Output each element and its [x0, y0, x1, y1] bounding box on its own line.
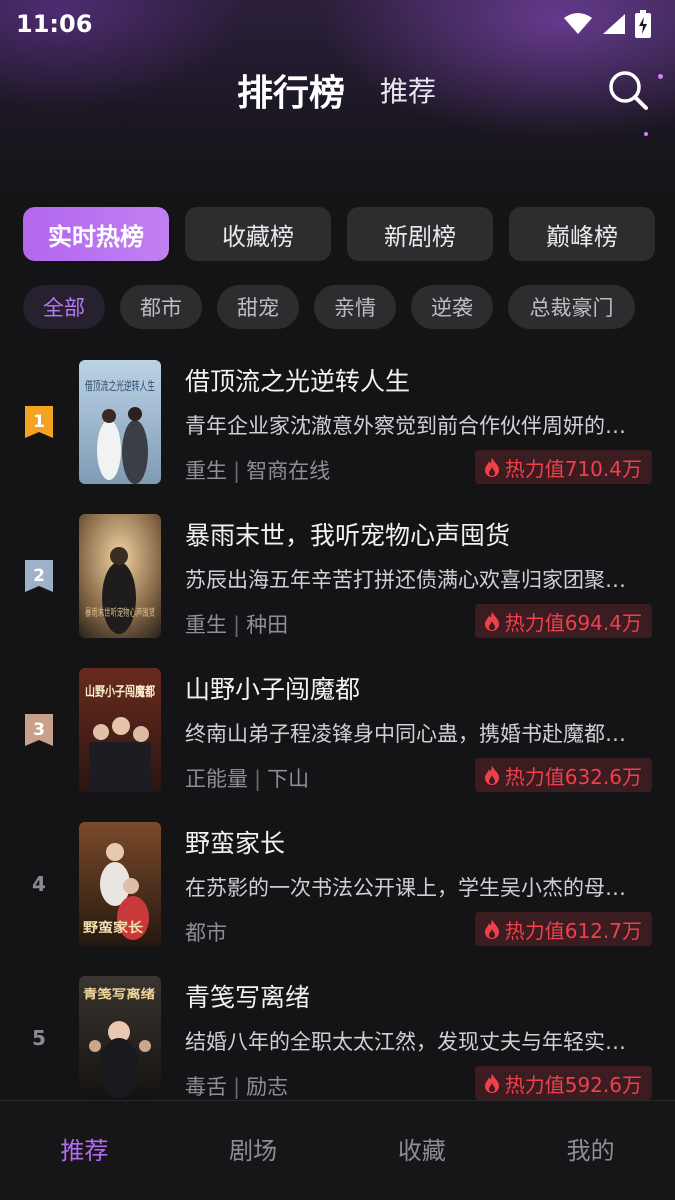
- cover-title: 青笺写离绪: [83, 986, 155, 1001]
- status-bar: 11:06: [0, 0, 675, 48]
- rank-number: 1: [33, 412, 45, 432]
- tag: 正能量: [185, 767, 248, 791]
- ranking-tab-favorites[interactable]: 收藏榜: [185, 207, 331, 261]
- heat-badge: 热力值632.6万: [474, 758, 652, 792]
- ranking-tab-realtime[interactable]: 实时热榜: [23, 207, 169, 261]
- cover-title: 暴雨末世听宠物心声囤货: [85, 606, 155, 619]
- rank-badge-bronze: 3: [25, 714, 53, 746]
- filter-chip-ceo[interactable]: 总裁豪门: [508, 285, 635, 329]
- battery-charging-icon: [635, 10, 651, 38]
- heat-value: 热力值632.6万: [504, 764, 642, 789]
- cover-title: 借顶流之光逆转人生: [85, 378, 155, 393]
- drama-cover[interactable]: 青笺写离绪: [79, 976, 161, 1100]
- heat-value: 热力值710.4万: [504, 456, 642, 481]
- drama-title: 野蛮家长: [185, 829, 286, 858]
- heat-badge: 热力值592.6万: [474, 1066, 652, 1100]
- list-item[interactable]: 5 青笺写离绪 青笺写离绪 结婚八年的全职太太江然，发现丈夫与年轻实… 毒舌 | 励…: [0, 976, 675, 1100]
- drama-title: 暴雨末世，我听宠物心声囤货: [185, 521, 511, 550]
- drama-cover[interactable]: 暴雨末世听宠物心声囤货: [79, 514, 161, 638]
- heat-badge: 热力值710.4万: [474, 450, 652, 484]
- rank-number: 5: [32, 1026, 46, 1050]
- genre-filters: 全部 都市 甜宠 亲情 逆袭 总裁豪门: [23, 285, 635, 329]
- list-item[interactable]: 4 野蛮家长 野蛮家长 在苏影的一次书法公开课上，学生吴小杰的母… 都市 热力值…: [0, 822, 675, 946]
- drama-title: 山野小子闯魔都: [185, 675, 361, 704]
- drama-tags: 都市: [185, 917, 227, 947]
- drama-tags: 重生 | 种田: [185, 613, 289, 637]
- cellular-signal-icon: [603, 14, 625, 34]
- filter-chip-sweet[interactable]: 甜宠: [217, 285, 299, 329]
- tag: 重生: [185, 613, 227, 637]
- tab-recommend[interactable]: 推荐: [380, 70, 436, 110]
- ranking-list: 1 借顶流之光逆转人生 借顶流之光逆转人生 青年企业家沈澈意外察觉到前合作伙伴周…: [0, 360, 675, 1100]
- heat-badge: 热力值694.4万: [474, 604, 652, 638]
- tag: 下山: [267, 767, 310, 791]
- list-item[interactable]: 1 借顶流之光逆转人生 借顶流之光逆转人生 青年企业家沈澈意外察觉到前合作伙伴周…: [0, 360, 675, 484]
- wifi-icon: [564, 13, 592, 34]
- drama-cover[interactable]: 借顶流之光逆转人生: [79, 360, 161, 484]
- filter-chip-family[interactable]: 亲情: [314, 285, 396, 329]
- rank-number: 2: [33, 566, 45, 586]
- filter-chip-urban[interactable]: 都市: [120, 285, 202, 329]
- rank-badge-silver: 2: [25, 560, 53, 592]
- drama-description: 青年企业家沈澈意外察觉到前合作伙伴周妍的…: [185, 414, 626, 438]
- rank-number: 4: [32, 872, 46, 896]
- search-icon[interactable]: [606, 68, 650, 112]
- drama-description: 在苏影的一次书法公开课上，学生吴小杰的母…: [185, 876, 626, 900]
- heat-value: 热力值612.7万: [504, 918, 642, 943]
- nav-profile[interactable]: 我的: [506, 1101, 675, 1200]
- drama-title: 青笺写离绪: [185, 983, 311, 1012]
- bottom-nav: 推荐 剧场 收藏 我的: [0, 1100, 675, 1200]
- flame-icon: [484, 765, 499, 785]
- flame-icon: [484, 457, 499, 477]
- drama-tags: 毒舌 | 励志: [185, 1075, 289, 1099]
- tag: 种田: [246, 613, 289, 637]
- drama-description: 结婚八年的全职太太江然，发现丈夫与年轻实…: [185, 1030, 626, 1054]
- heat-value: 热力值592.6万: [504, 1072, 642, 1097]
- drama-cover[interactable]: 山野小子闯魔都: [79, 668, 161, 792]
- cover-title: 山野小子闯魔都: [85, 684, 155, 700]
- app-header: 排行榜 推荐: [0, 60, 675, 116]
- drama-title: 借顶流之光逆转人生: [185, 367, 411, 396]
- tag: 重生: [185, 459, 227, 483]
- ranking-tab-peak[interactable]: 巅峰榜: [509, 207, 655, 261]
- nav-recommend[interactable]: 推荐: [0, 1101, 169, 1200]
- status-time: 11:06: [16, 10, 93, 38]
- nav-favorites[interactable]: 收藏: [338, 1101, 507, 1200]
- list-item[interactable]: 2 暴雨末世听宠物心声囤货 暴雨末世，我听宠物心声囤货 苏辰出海五年辛苦打拼还债…: [0, 514, 675, 638]
- flame-icon: [484, 1073, 499, 1093]
- flame-icon: [484, 919, 499, 939]
- flame-icon: [484, 611, 499, 631]
- tag: 都市: [185, 921, 227, 945]
- drama-description: 苏辰出海五年辛苦打拼还债满心欢喜归家团聚…: [185, 568, 626, 592]
- tag: 毒舌: [185, 1075, 227, 1099]
- tag: 智商在线: [246, 459, 331, 483]
- cover-title: 野蛮家长: [83, 920, 144, 936]
- nav-theater[interactable]: 剧场: [169, 1101, 338, 1200]
- heat-value: 热力值694.4万: [504, 610, 642, 635]
- heat-badge: 热力值612.7万: [474, 912, 652, 946]
- tab-ranking[interactable]: 排行榜: [237, 64, 345, 116]
- filter-chip-comeback[interactable]: 逆袭: [411, 285, 493, 329]
- drama-tags: 正能量 | 下山: [185, 767, 310, 791]
- tag: 励志: [246, 1075, 289, 1099]
- rank-number: 3: [33, 720, 45, 740]
- filter-chip-all[interactable]: 全部: [23, 285, 105, 329]
- ranking-tabs: 实时热榜 收藏榜 新剧榜 巅峰榜: [23, 207, 655, 261]
- ranking-tab-new[interactable]: 新剧榜: [347, 207, 493, 261]
- drama-tags: 重生 | 智商在线: [185, 459, 331, 483]
- drama-cover[interactable]: 野蛮家长: [79, 822, 161, 946]
- rank-badge-gold: 1: [25, 406, 53, 438]
- list-item[interactable]: 3 山野小子闯魔都 山野小子闯魔都 终南山弟子程凌锋身中同心蛊，携婚书赴魔都… …: [0, 668, 675, 792]
- drama-description: 终南山弟子程凌锋身中同心蛊，携婚书赴魔都…: [185, 722, 626, 746]
- decor-star: [644, 132, 648, 136]
